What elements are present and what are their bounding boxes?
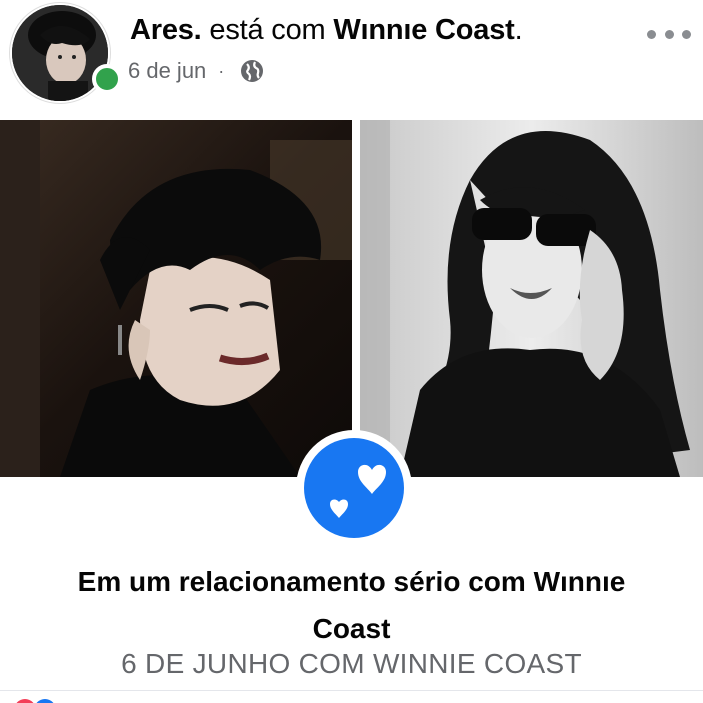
hearts-icon bbox=[296, 430, 412, 546]
more-dot bbox=[664, 29, 674, 39]
tagged-user-photo[interactable] bbox=[360, 120, 703, 477]
more-dot bbox=[682, 29, 691, 39]
post-meta: 6 de jun · bbox=[128, 58, 264, 84]
title-period: . bbox=[514, 14, 523, 46]
like-reaction-icon[interactable] bbox=[34, 699, 56, 703]
more-dot bbox=[647, 29, 656, 39]
post-header: Ares. está com Wınnıe Coast. 6 de jun · bbox=[0, 0, 703, 118]
author-name[interactable]: Ares. bbox=[130, 14, 202, 46]
meta-separator: · bbox=[218, 60, 225, 81]
life-event-title-line1: Em um relacionamento sério com Wınnıe bbox=[77, 566, 626, 597]
life-event-subtitle: 6 DE JUNHO COM WINNIE COAST bbox=[121, 648, 582, 679]
relationship-post: Ares. está com Wınnıe Coast. 6 de jun · bbox=[0, 0, 703, 703]
post-title: Ares. está com Wınnıe Coast. bbox=[130, 14, 523, 47]
life-event-title-line2: Coast bbox=[312, 613, 391, 644]
life-event-title: Em um relacionamento sério com Wınnıe Co… bbox=[0, 558, 703, 652]
globe-icon[interactable] bbox=[240, 59, 264, 83]
love-reaction-icon[interactable] bbox=[14, 699, 36, 703]
reactions-bar bbox=[0, 690, 703, 703]
online-status-indicator bbox=[92, 64, 122, 94]
tagged-user-name[interactable]: Wınnıe Coast bbox=[333, 14, 514, 46]
title-connector: está com bbox=[201, 14, 334, 46]
post-date[interactable]: 6 de jun bbox=[128, 58, 206, 84]
author-photo[interactable] bbox=[0, 120, 352, 477]
more-options-icon[interactable] bbox=[647, 24, 691, 44]
